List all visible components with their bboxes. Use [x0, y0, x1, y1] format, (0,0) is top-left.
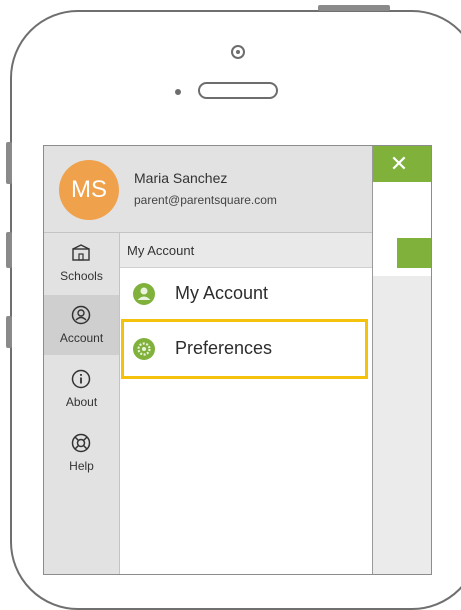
app-green-button [397, 238, 431, 268]
avatar[interactable]: MS [59, 160, 119, 220]
nav-item-help[interactable]: Help [44, 423, 119, 483]
profile-header: MS Maria Sanchez parent@parentsquare.com [44, 146, 372, 233]
menu-label-my-account: My Account [175, 283, 269, 303]
volume-up-button [6, 232, 12, 268]
app-gray-area [373, 276, 431, 574]
camera-icon [231, 45, 245, 59]
side-nav: Schools Account About Help [44, 233, 120, 574]
nav-item-account[interactable]: Account [44, 295, 119, 355]
highlight-box [121, 319, 368, 379]
nav-label-help: Help [69, 459, 94, 473]
menu-item-my-account[interactable]: My Account [120, 269, 372, 319]
nav-label-about: About [65, 395, 98, 409]
sensor-dot [175, 89, 181, 95]
user-circle-icon [71, 305, 91, 325]
user-icon [133, 283, 155, 305]
section-title: My Account [120, 233, 372, 268]
user-email: parent@parentsquare.com [134, 193, 277, 207]
nav-label-schools: Schools [60, 269, 103, 283]
nav-item-schools[interactable]: Schools [44, 233, 119, 293]
volume-down-button [6, 316, 12, 348]
mute-switch [6, 142, 12, 184]
speaker-grille [198, 82, 278, 99]
nav-item-about[interactable]: About [44, 359, 119, 419]
close-button[interactable]: ✕ [373, 146, 431, 182]
school-building-icon [72, 244, 90, 261]
power-button [318, 5, 390, 11]
phone-screen: ✕ MS Maria Sanchez parent@parentsquare.c… [43, 145, 432, 575]
navigation-drawer: MS Maria Sanchez parent@parentsquare.com… [44, 146, 373, 574]
info-icon [71, 369, 91, 389]
lifebuoy-icon [71, 433, 91, 453]
app-content [373, 182, 431, 242]
account-panel: My Account My Account Preferences [120, 233, 372, 574]
nav-label-account: Account [59, 331, 104, 345]
app-background: ✕ [373, 146, 431, 574]
user-name: Maria Sanchez [134, 170, 228, 186]
